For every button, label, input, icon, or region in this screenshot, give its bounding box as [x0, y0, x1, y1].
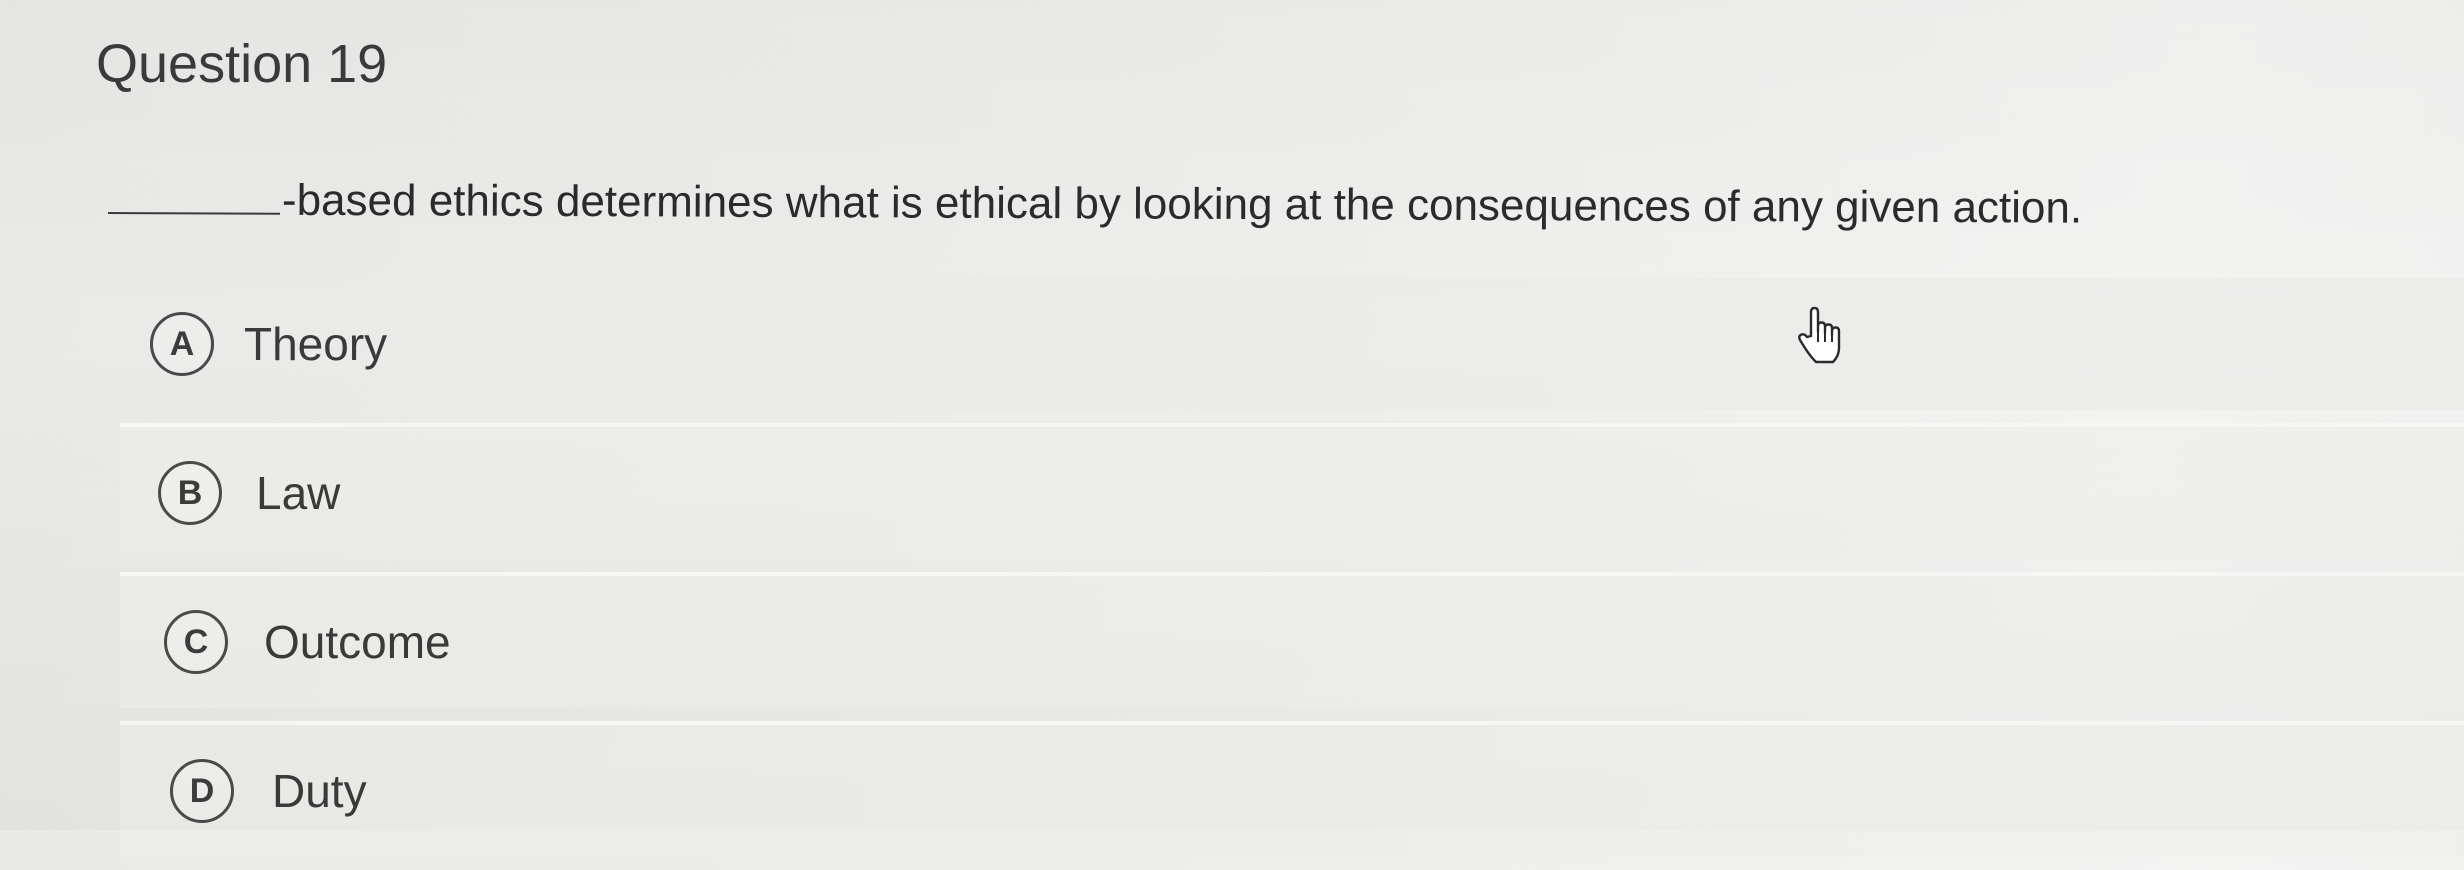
option-d[interactable]: D Duty [120, 721, 2464, 857]
option-letter-badge: B [158, 461, 222, 525]
option-letter-badge: C [164, 610, 228, 674]
option-letter-badge: A [150, 312, 214, 376]
option-label: Law [256, 467, 341, 519]
option-a[interactable]: A Theory [120, 278, 2464, 410]
option-c[interactable]: C Outcome [120, 572, 2464, 708]
hand-pointer-icon [1798, 306, 1841, 364]
option-label: Outcome [264, 616, 451, 668]
question-prompt: -based ethics determines what is ethical… [107, 170, 2083, 239]
fill-in-blank [107, 172, 281, 215]
option-letter-badge: D [170, 759, 234, 823]
option-b[interactable]: B Law [120, 423, 2464, 559]
answer-options: A Theory B Law C Outcome D Duty [120, 278, 2464, 870]
question-title: Question 19 [96, 34, 388, 95]
option-label: Duty [272, 765, 367, 817]
prompt-text: -based ethics determines what is ethical… [281, 175, 2083, 233]
option-label: Theory [244, 318, 388, 370]
